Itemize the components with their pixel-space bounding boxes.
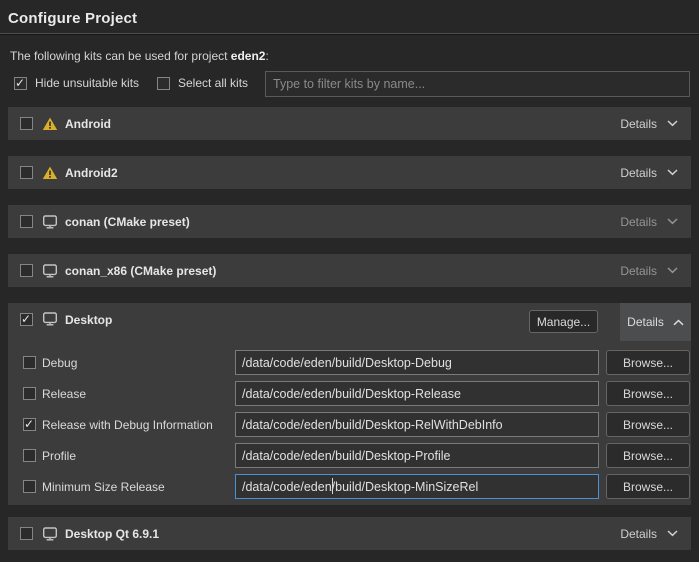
desktop-icon — [42, 263, 58, 279]
config-release-browse-button[interactable]: Browse... — [606, 381, 690, 406]
config-debug-label[interactable]: Debug — [42, 356, 77, 370]
kit-row-conan: conan (CMake preset) Details — [8, 205, 691, 238]
kit-name: Desktop — [65, 313, 112, 327]
kit-name: Desktop Qt 6.9.1 — [65, 527, 159, 541]
select-all-kits-label[interactable]: Select all kits — [178, 76, 248, 90]
chevron-up-icon — [673, 319, 684, 326]
config-minsizerel-browse-button[interactable]: Browse... — [606, 474, 690, 499]
title-separator-shadow — [0, 34, 699, 35]
kit-row-android: Android Details — [8, 107, 691, 140]
kit-row-android2: Android2 Details — [8, 156, 691, 189]
hide-unsuitable-kits-label[interactable]: Hide unsuitable kits — [35, 76, 139, 90]
desktop-icon — [42, 526, 58, 542]
manage-kits-button[interactable]: Manage... — [529, 310, 598, 333]
config-debug-browse-button[interactable]: Browse... — [606, 350, 690, 375]
kit-android-checkbox[interactable] — [20, 117, 33, 130]
config-minsizerel-path-input[interactable] — [235, 474, 599, 499]
warning-icon — [42, 116, 58, 132]
kit-desktop-details-button[interactable]: Details — [620, 303, 691, 341]
configure-project-page: Configure Project The following kits can… — [0, 0, 699, 562]
project-name: eden2 — [231, 49, 266, 63]
kit-android2-checkbox[interactable] — [20, 166, 33, 179]
config-minsizerel-checkbox[interactable] — [23, 480, 36, 493]
config-relwithdebinfo-browse-button[interactable]: Browse... — [606, 412, 690, 437]
kit-conan-details-button[interactable]: Details — [620, 215, 678, 229]
kit-name: Android2 — [65, 166, 118, 180]
config-profile-path-input[interactable] — [235, 443, 599, 468]
config-profile-browse-button[interactable]: Browse... — [606, 443, 690, 468]
config-profile-checkbox[interactable] — [23, 449, 36, 462]
hide-unsuitable-kits-control[interactable]: Hide unsuitable kits — [14, 76, 139, 90]
desktop-icon — [42, 311, 58, 327]
desktop-icon — [42, 214, 58, 230]
config-release-checkbox[interactable] — [23, 387, 36, 400]
warning-icon — [42, 165, 58, 181]
kit-name: Android — [65, 117, 111, 131]
kit-name: conan_x86 (CMake preset) — [65, 264, 216, 278]
kit-conan-checkbox[interactable] — [20, 215, 33, 228]
config-relwithdebinfo-checkbox[interactable] — [23, 418, 36, 431]
config-release-path-input[interactable] — [235, 381, 599, 406]
chevron-down-icon — [667, 218, 678, 225]
select-all-kits-control[interactable]: Select all kits — [157, 76, 248, 90]
kits-intro-text: The following kits can be used for proje… — [10, 49, 269, 63]
kit-name: conan (CMake preset) — [65, 215, 190, 229]
kit-android-details-button[interactable]: Details — [620, 117, 678, 131]
config-release-label[interactable]: Release — [42, 387, 86, 401]
config-minsizerel-label[interactable]: Minimum Size Release — [42, 480, 165, 494]
kit-desktop-qt-checkbox[interactable] — [20, 527, 33, 540]
kit-android2-details-button[interactable]: Details — [620, 166, 678, 180]
config-relwithdebinfo-label[interactable]: Release with Debug Information — [42, 418, 213, 432]
chevron-down-icon — [667, 169, 678, 176]
kit-row-desktop-qt: Desktop Qt 6.9.1 Details — [8, 517, 691, 550]
kit-desktop-checkbox[interactable] — [20, 313, 33, 326]
kit-desktop-qt-details-button[interactable]: Details — [620, 527, 678, 541]
text-caret — [332, 478, 333, 494]
config-relwithdebinfo-path-input[interactable] — [235, 412, 599, 437]
select-all-kits-checkbox[interactable] — [157, 77, 170, 90]
chevron-down-icon — [667, 267, 678, 274]
kit-filter-input[interactable] — [265, 71, 690, 97]
page-title: Configure Project — [8, 10, 137, 27]
chevron-down-icon — [667, 530, 678, 537]
hide-unsuitable-kits-checkbox[interactable] — [14, 77, 27, 90]
kit-conan-x86-details-button[interactable]: Details — [620, 264, 678, 278]
config-debug-checkbox[interactable] — [23, 356, 36, 369]
kit-section-desktop: Desktop Manage... Details Debug Browse..… — [8, 303, 691, 505]
config-debug-path-input[interactable] — [235, 350, 599, 375]
kit-conan-x86-checkbox[interactable] — [20, 264, 33, 277]
kit-row-conan-x86: conan_x86 (CMake preset) Details — [8, 254, 691, 287]
chevron-down-icon — [667, 120, 678, 127]
config-profile-label[interactable]: Profile — [42, 449, 76, 463]
